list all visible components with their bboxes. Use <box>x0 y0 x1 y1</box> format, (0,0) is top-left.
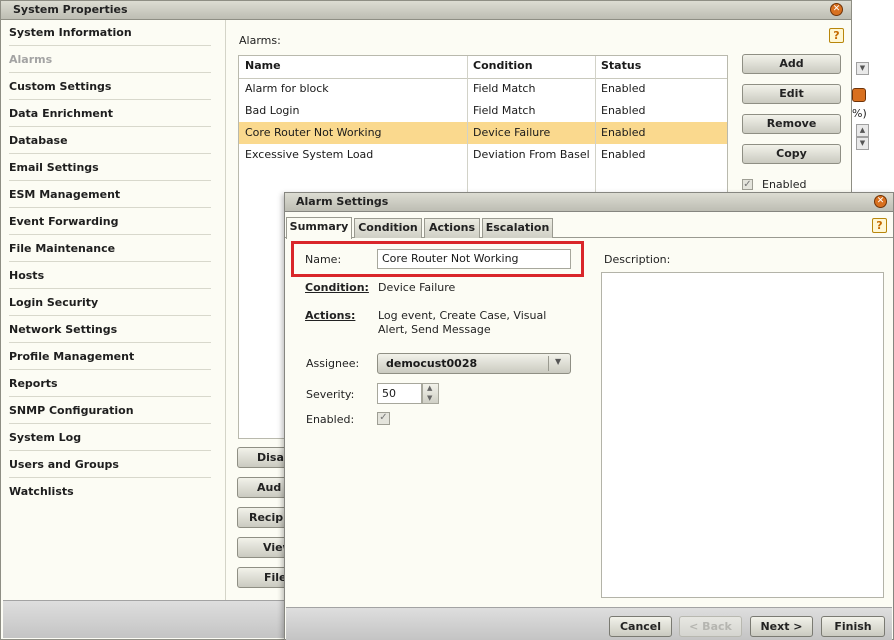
cut-off-text: %) <box>852 107 867 120</box>
row-name: Alarm for block <box>245 82 329 95</box>
name-input[interactable]: Core Router Not Working <box>377 249 571 269</box>
tab-actions[interactable]: Actions <box>424 218 480 238</box>
row-status: Enabled <box>601 126 646 139</box>
column-header-name[interactable]: Name <box>245 56 281 78</box>
row-name: Core Router Not Working <box>245 126 382 139</box>
enabled-label: Enabled: <box>306 413 355 426</box>
sidebar-item-system-information[interactable]: System Information <box>9 20 211 46</box>
dropdown-divider <box>548 356 549 371</box>
description-label: Description: <box>604 253 671 266</box>
actions-value-line1: Log event, Create Case, Visual <box>378 309 547 322</box>
edit-button[interactable]: Edit <box>742 84 841 104</box>
stepper-up-icon[interactable]: ▲ <box>427 384 432 392</box>
help-icon[interactable]: ? <box>829 28 844 43</box>
row-name: Bad Login <box>245 104 300 117</box>
dropdown-arrow-icon[interactable]: ▼ <box>856 62 869 75</box>
sidebar-item-profile-management[interactable]: Profile Management <box>9 344 211 370</box>
window-title: System Properties <box>13 3 128 16</box>
sidebar: System Information Alarms Custom Setting… <box>1 20 226 600</box>
description-textarea[interactable] <box>601 272 884 598</box>
assignee-dropdown[interactable]: democust0028 ▼ <box>377 353 571 374</box>
name-label: Name: <box>305 253 342 266</box>
enabled-checkbox[interactable]: ✓ <box>742 179 753 190</box>
sidebar-item-system-log[interactable]: System Log <box>9 425 211 451</box>
tab-condition[interactable]: Condition <box>354 218 422 238</box>
sidebar-item-watchlists[interactable]: Watchlists <box>9 479 211 505</box>
dialog-title: Alarm Settings <box>296 195 389 208</box>
severity-label: Severity: <box>306 388 355 401</box>
table-row[interactable]: Excessive System Load Deviation From Bas… <box>239 144 727 166</box>
alarm-settings-dialog: Alarm Settings ✕ Summary Condition Actio… <box>284 192 894 640</box>
column-header-condition[interactable]: Condition <box>473 56 533 78</box>
row-status: Enabled <box>601 82 646 95</box>
dialog-help-icon[interactable]: ? <box>872 218 887 233</box>
sidebar-item-network-settings[interactable]: Network Settings <box>9 317 211 343</box>
table-row[interactable]: Bad Login Field Match Enabled <box>239 100 727 122</box>
sidebar-item-hosts[interactable]: Hosts <box>9 263 211 289</box>
sidebar-item-data-enrichment[interactable]: Data Enrichment <box>9 101 211 127</box>
close-icon[interactable] <box>852 88 866 102</box>
dialog-close-icon[interactable]: ✕ <box>874 195 887 208</box>
column-header-status[interactable]: Status <box>601 56 641 78</box>
sidebar-item-users-and-groups[interactable]: Users and Groups <box>9 452 211 478</box>
window-title-bar[interactable]: System Properties ✕ <box>1 1 851 20</box>
sidebar-item-reports[interactable]: Reports <box>9 371 211 397</box>
sidebar-item-snmp-configuration[interactable]: SNMP Configuration <box>9 398 211 424</box>
remove-button[interactable]: Remove <box>742 114 841 134</box>
row-condition: Device Failure <box>473 126 551 139</box>
add-button[interactable]: Add <box>742 54 841 74</box>
condition-link[interactable]: Condition: <box>305 281 369 294</box>
enabled-checkbox[interactable]: ✓ <box>377 412 390 425</box>
sidebar-item-file-maintenance[interactable]: File Maintenance <box>9 236 211 262</box>
cancel-button[interactable]: Cancel <box>609 616 672 637</box>
next-button[interactable]: Next > <box>750 616 813 637</box>
sidebar-item-event-forwarding[interactable]: Event Forwarding <box>9 209 211 235</box>
tab-summary[interactable]: Summary <box>286 217 352 239</box>
sidebar-item-login-security[interactable]: Login Security <box>9 290 211 316</box>
table-row-selected[interactable]: Core Router Not Working Device Failure E… <box>239 122 727 144</box>
row-condition: Deviation From Basel <box>473 148 590 161</box>
back-button[interactable]: < Back <box>679 616 742 637</box>
severity-input[interactable]: 50 <box>377 383 422 404</box>
window-close-icon[interactable]: ✕ <box>830 3 843 16</box>
actions-link[interactable]: Actions: <box>305 309 355 322</box>
stepper-down-icon[interactable]: ▼ <box>427 394 432 402</box>
row-condition: Field Match <box>473 104 536 117</box>
sidebar-item-email-settings[interactable]: Email Settings <box>9 155 211 181</box>
row-status: Enabled <box>601 148 646 161</box>
finish-button[interactable]: Finish <box>821 616 885 637</box>
tab-escalation[interactable]: Escalation <box>482 218 553 238</box>
row-status: Enabled <box>601 104 646 117</box>
dialog-title-bar[interactable]: Alarm Settings ✕ <box>285 193 893 212</box>
row-name: Excessive System Load <box>245 148 374 161</box>
condition-value: Device Failure <box>378 281 456 294</box>
chevron-down-icon: ▼ <box>555 357 562 366</box>
row-condition: Field Match <box>473 82 536 95</box>
alarms-label: Alarms: <box>239 34 281 47</box>
sidebar-item-database[interactable]: Database <box>9 128 211 154</box>
table-row[interactable]: Alarm for block Field Match Enabled <box>239 78 727 100</box>
actions-value-line2: Alert, Send Message <box>378 323 491 336</box>
scroll-down-icon[interactable]: ▼ <box>856 137 869 150</box>
enabled-label: Enabled <box>762 178 807 191</box>
assignee-label: Assignee: <box>306 357 360 370</box>
assignee-value: democust0028 <box>386 357 478 370</box>
sidebar-item-custom-settings[interactable]: Custom Settings <box>9 74 211 100</box>
sidebar-item-esm-management[interactable]: ESM Management <box>9 182 211 208</box>
background-window: ▼ %) ▲ ▼ <box>852 0 894 192</box>
copy-button[interactable]: Copy <box>742 144 841 164</box>
scroll-up-icon[interactable]: ▲ <box>856 124 869 137</box>
sidebar-item-alarms[interactable]: Alarms <box>9 47 211 73</box>
severity-stepper[interactable]: ▲ ▼ <box>422 383 439 404</box>
